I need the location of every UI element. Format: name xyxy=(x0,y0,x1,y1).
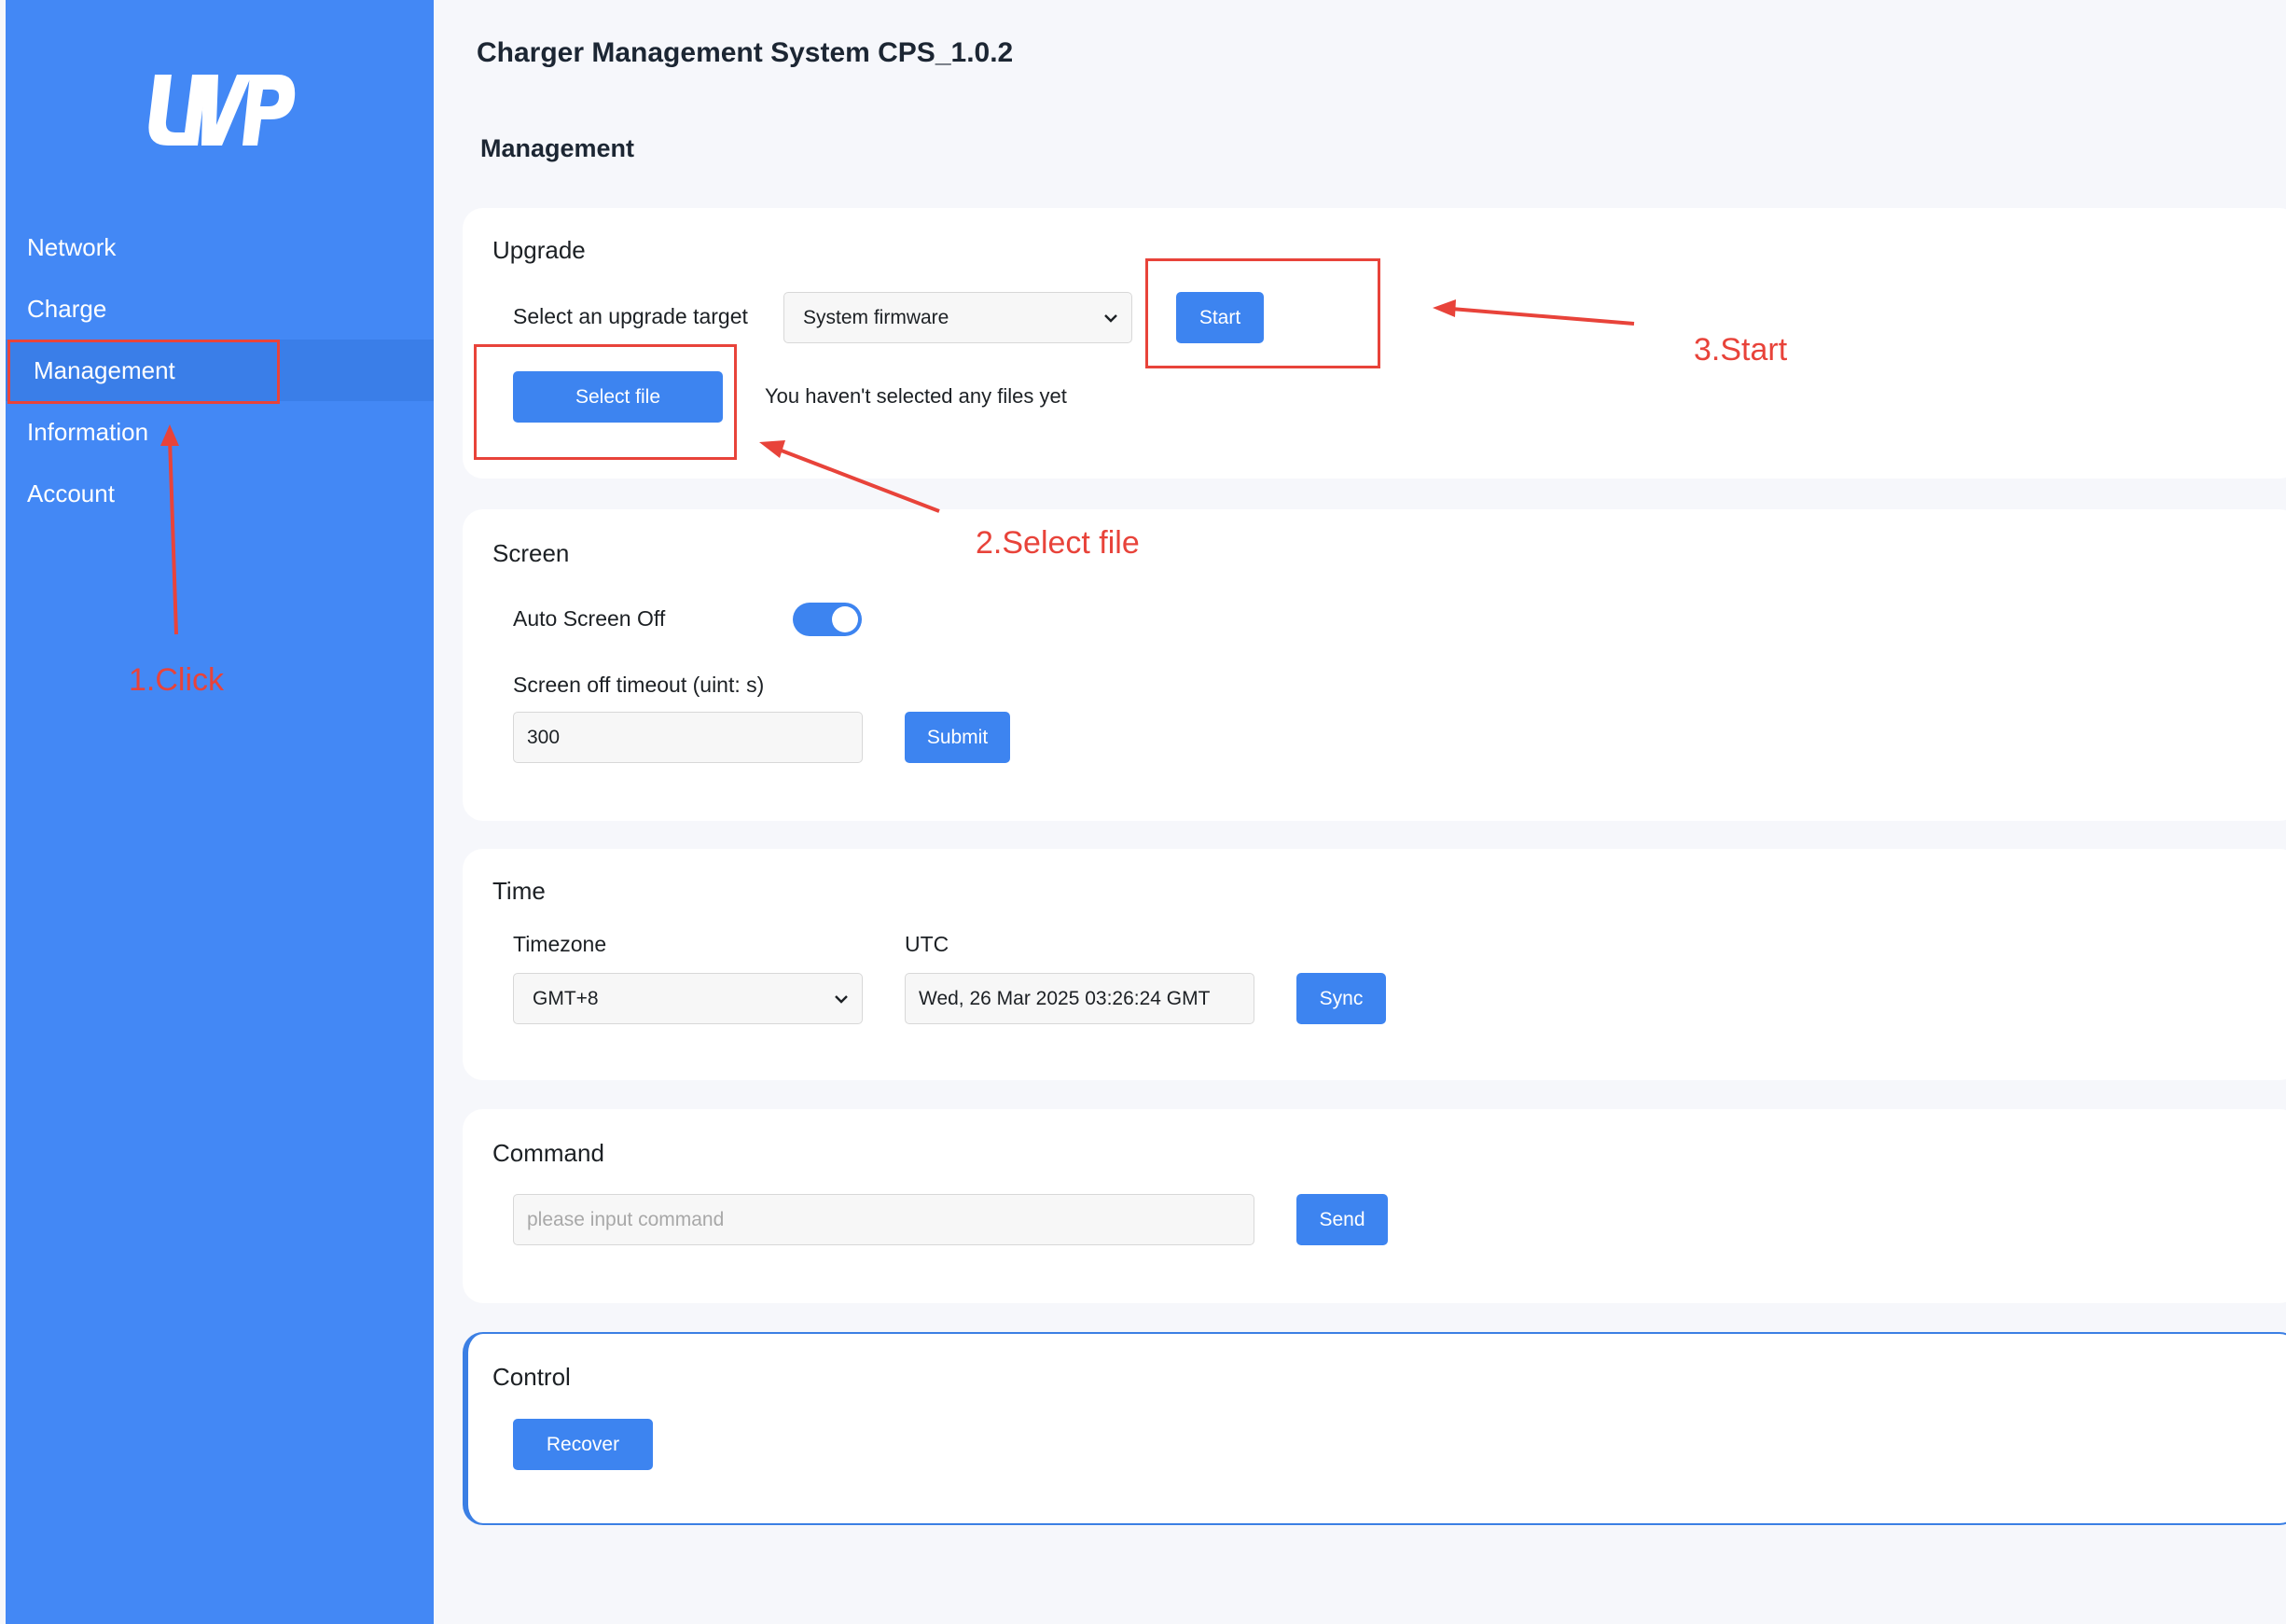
upgrade-target-value: System firmware xyxy=(803,306,949,328)
chevron-down-icon xyxy=(835,994,848,1004)
recover-button[interactable]: Recover xyxy=(513,1419,653,1470)
command-title: Command xyxy=(492,1139,604,1167)
timezone-value: GMT+8 xyxy=(533,987,599,1009)
sidebar-item-charge[interactable]: Charge xyxy=(6,278,434,340)
sidebar-item-information[interactable]: Information xyxy=(6,401,434,463)
annotation-step2-label: 2.Select file xyxy=(976,525,1140,561)
file-status-text: You haven't selected any files yet xyxy=(765,384,1067,408)
sidebar-item-account[interactable]: Account xyxy=(6,463,434,524)
utc-label: UTC xyxy=(905,932,949,956)
auto-screen-off-toggle[interactable] xyxy=(793,603,862,636)
time-title: Time xyxy=(492,877,546,905)
annotation-step3-label: 3.Start xyxy=(1694,332,1788,368)
auto-screen-off-label: Auto Screen Off xyxy=(513,606,666,631)
command-placeholder: please input command xyxy=(527,1208,725,1230)
annotation-box-management xyxy=(7,340,280,404)
app-title: Charger Management System CPS_1.0.2 xyxy=(477,37,1014,68)
command-card: Command please input command Send xyxy=(463,1109,2286,1303)
annotation-box-select-file xyxy=(474,344,737,460)
upgrade-target-label: Select an upgrade target xyxy=(513,304,748,328)
toggle-knob xyxy=(832,606,858,632)
timezone-label: Timezone xyxy=(513,932,607,956)
sidebar-item-label: Network xyxy=(27,233,117,261)
sync-button[interactable]: Sync xyxy=(1296,973,1386,1024)
annotation-step1-label: 1.Click xyxy=(129,662,225,698)
upgrade-target-select[interactable]: System firmware xyxy=(783,292,1132,343)
time-card: Time Timezone UTC GMT+8 Wed, 26 Mar 2025… xyxy=(463,849,2286,1080)
screen-timeout-input[interactable]: 300 xyxy=(513,712,863,763)
page-title: Management xyxy=(480,134,635,162)
utc-field[interactable]: Wed, 26 Mar 2025 03:26:24 GMT xyxy=(905,973,1254,1024)
control-card: Control Recover xyxy=(463,1332,2286,1525)
screen-title: Screen xyxy=(492,539,570,567)
submit-button[interactable]: Submit xyxy=(905,712,1010,763)
screen-card: Screen Auto Screen Off Screen off timeou… xyxy=(463,509,2286,821)
sidebar-item-label: Information xyxy=(27,418,149,446)
screen-timeout-label: Screen off timeout (uint: s) xyxy=(513,673,765,697)
screen-timeout-value: 300 xyxy=(527,726,561,748)
annotation-box-start xyxy=(1145,258,1380,368)
uvp-logo xyxy=(148,75,296,146)
timezone-select[interactable]: GMT+8 xyxy=(513,973,863,1024)
chevron-down-icon xyxy=(1104,313,1117,323)
upgrade-title: Upgrade xyxy=(492,236,586,264)
utc-value: Wed, 26 Mar 2025 03:26:24 GMT xyxy=(919,987,1211,1009)
send-button[interactable]: Send xyxy=(1296,1194,1388,1245)
command-input[interactable]: please input command xyxy=(513,1194,1254,1245)
sidebar-item-label: Charge xyxy=(27,295,107,323)
control-title: Control xyxy=(492,1363,571,1391)
sidebar-item-label: Account xyxy=(27,479,115,507)
sidebar-item-network[interactable]: Network xyxy=(6,216,434,278)
